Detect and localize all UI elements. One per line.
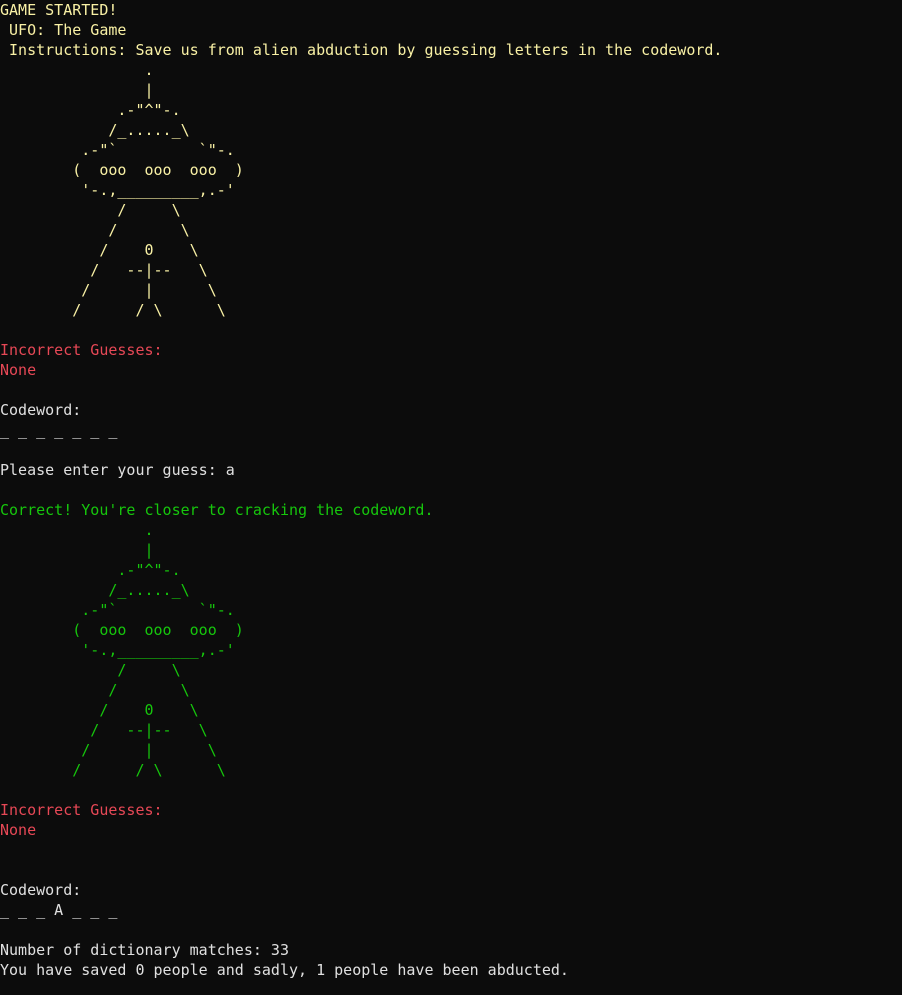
- game-started-text: GAME STARTED!: [0, 1, 118, 19]
- codeword-value: _ _ _ _ _ _ _: [0, 421, 118, 439]
- incorrect-guesses-value: None: [0, 361, 37, 379]
- incorrect-guesses-label: Incorrect Guesses:: [0, 341, 163, 359]
- incorrect-guesses-label: Incorrect Guesses:: [0, 801, 163, 819]
- feedback-correct-text: Correct! You're closer to cracking the c…: [0, 501, 434, 519]
- status-summary-text: You have saved 0 people and sadly, 1 peo…: [0, 961, 569, 979]
- instructions-text: Instructions: Save us from alien abducti…: [0, 41, 723, 59]
- guess-prompt[interactable]: Please enter your guess: a: [0, 460, 902, 480]
- codeword-label: Codeword:: [0, 881, 82, 899]
- ufo-ascii-art: . | .-"^"-. /_....._\ .-"` `"-. ( ooo oo…: [72, 61, 244, 319]
- game-title-text: UFO: The Game: [0, 21, 127, 39]
- codeword-label: Codeword:: [0, 401, 82, 419]
- codeword-value: _ _ _ A _ _ _: [0, 901, 118, 919]
- ufo-ascii-art-green: . | .-"^"-. /_....._\ .-"` `"-. ( ooo oo…: [72, 521, 244, 779]
- incorrect-guesses-value: None: [0, 821, 37, 839]
- dictionary-matches-text: Number of dictionary matches: 33: [0, 941, 289, 959]
- terminal-window[interactable]: GAME STARTED! UFO: The Game Instructions…: [0, 0, 902, 995]
